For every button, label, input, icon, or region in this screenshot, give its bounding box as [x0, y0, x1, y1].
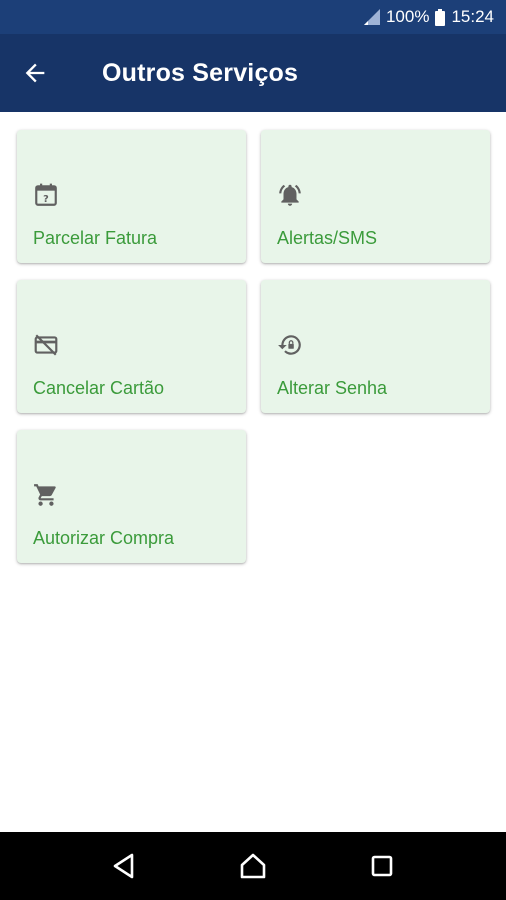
nav-home-button[interactable] [233, 846, 273, 886]
lock-reset-icon [277, 332, 303, 358]
home-icon [240, 853, 266, 879]
clock: 15:24 [451, 7, 494, 26]
service-card-alertas-sms[interactable]: Alertas/SMS [261, 130, 490, 263]
system-nav-bar [0, 832, 506, 900]
services-grid: ? Parcelar Fatura Alertas/SMS Cancelar C… [17, 130, 491, 563]
nav-back-button[interactable] [104, 846, 144, 886]
service-label: Cancelar Cartão [33, 378, 165, 398]
service-card-alterar-senha[interactable]: Alterar Senha [261, 280, 490, 413]
cart-icon [33, 482, 59, 508]
service-label: Autorizar Compra [33, 528, 175, 548]
arrow-back-icon [25, 63, 45, 83]
app-bar: Outros Serviços [0, 34, 506, 112]
card-off-icon [33, 332, 59, 358]
battery-percentage: 100% [385, 7, 430, 26]
signal-icon [363, 9, 380, 25]
service-card-cancelar-cartao[interactable]: Cancelar Cartão [17, 280, 246, 413]
service-card-autorizar-compra[interactable]: Autorizar Compra [17, 430, 246, 563]
battery-icon [435, 8, 446, 26]
service-label: Parcelar Fatura [33, 228, 158, 248]
service-label: Alertas/SMS [277, 228, 378, 248]
service-card-parcelar-fatura[interactable]: ? Parcelar Fatura [17, 130, 246, 263]
calendar-question-icon: ? [33, 182, 59, 208]
back-button[interactable] [0, 34, 70, 112]
status-bar: 100% 15:24 [0, 0, 506, 34]
svg-text:?: ? [43, 194, 49, 205]
page-title: Outros Serviços [102, 58, 299, 87]
bell-ringing-icon [277, 182, 303, 208]
service-label: Alterar Senha [277, 378, 388, 398]
nav-recents-button[interactable] [362, 846, 402, 886]
back-triangle-icon [114, 853, 134, 879]
recents-square-icon [371, 855, 392, 877]
